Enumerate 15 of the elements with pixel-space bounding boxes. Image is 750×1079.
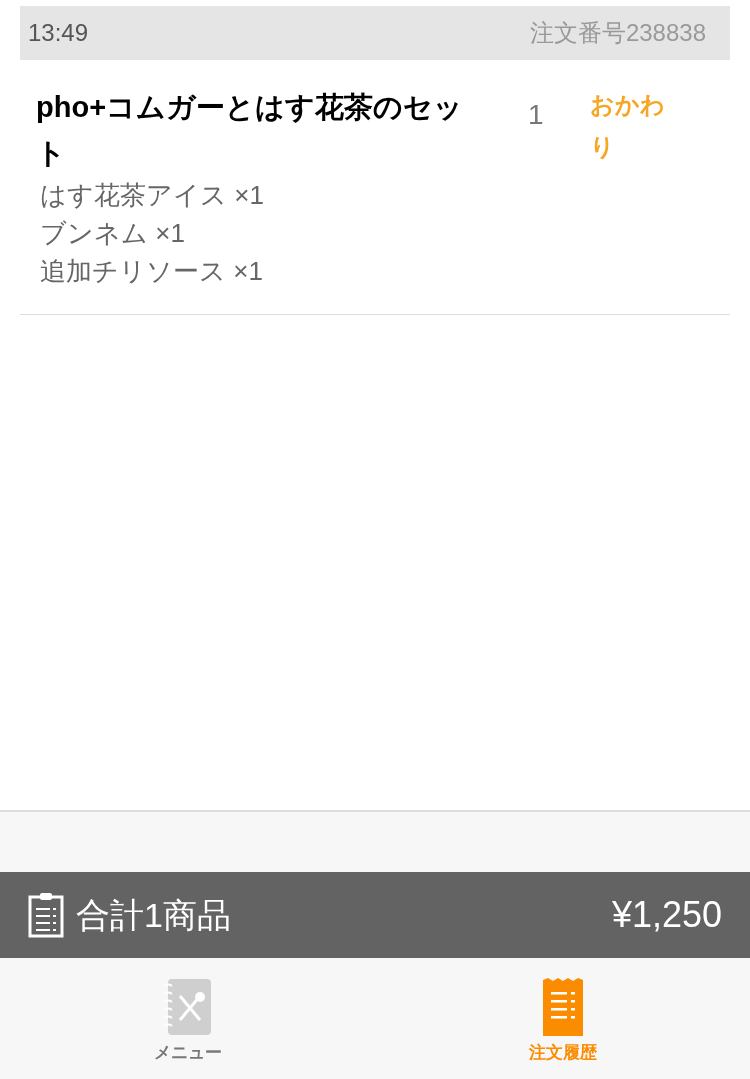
clipboard-icon (28, 892, 64, 938)
item-option: ブンネム ×1 (36, 214, 520, 252)
item-name: pho+コムガーとはす花茶のセット (36, 90, 465, 171)
tab[interactable]: メニュー (0, 958, 375, 1079)
item-quantity: 1 (527, 98, 545, 132)
receipt-icon (542, 978, 583, 1036)
refill-button[interactable]: おかわり (590, 84, 670, 168)
tab[interactable]: 注文履歴 (375, 958, 750, 1079)
total-price: ¥1,250 (611, 893, 722, 937)
item-option: 追加チリソース ×1 (36, 252, 520, 290)
menu-book-icon (163, 978, 212, 1036)
item-option: はす花茶アイス ×1 (36, 176, 520, 214)
order-number: 注文番号238838 (529, 18, 707, 48)
total-count: 合計1商品 (76, 894, 231, 936)
time: 13:49 (28, 18, 89, 48)
